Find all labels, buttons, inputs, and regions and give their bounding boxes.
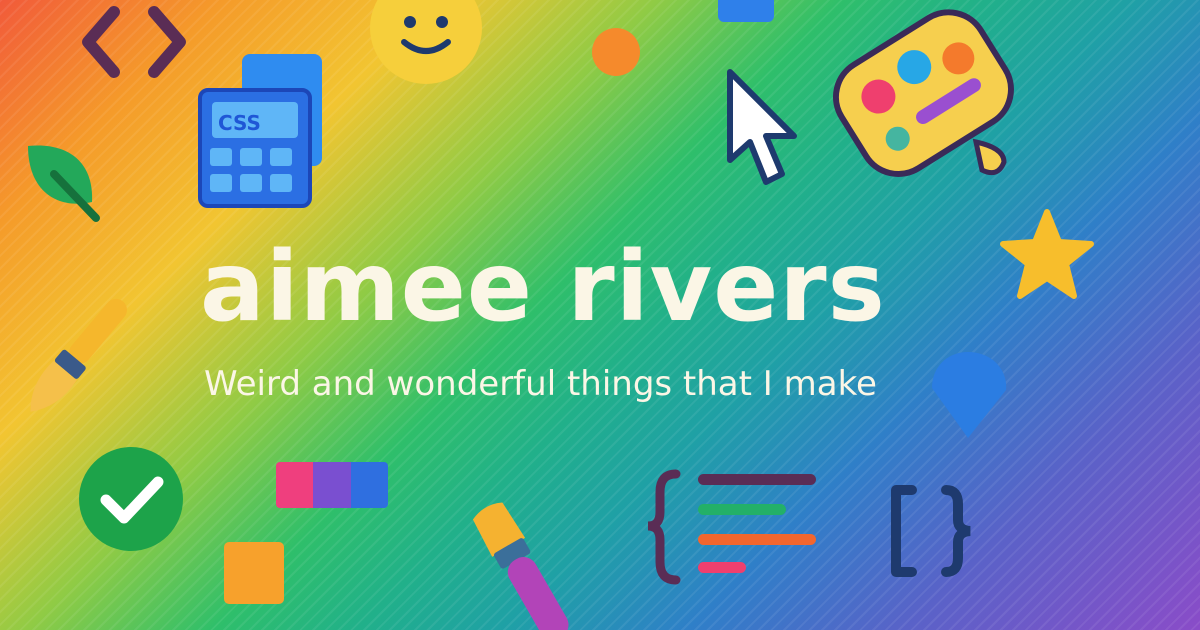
swatch-pink [276, 462, 314, 508]
paint-palette-icon [832, 9, 1014, 177]
hero-banner: CSS aimee rivers Weird and wonderful thi… [0, 0, 1200, 630]
orange-square-icon [224, 542, 284, 604]
cursor-arrow-icon [727, 69, 797, 185]
star-icon [1000, 209, 1094, 299]
swatch-purple [313, 462, 351, 508]
blue-teardrop-icon [932, 352, 1007, 438]
code-brackets-icon [82, 6, 186, 78]
smiley-face-icon [370, 0, 482, 84]
leaf-icon [28, 145, 100, 222]
css-file-label: CSS [218, 111, 261, 135]
page-subtitle: Weird and wonderful things that I make [204, 364, 877, 404]
orange-dot-icon [592, 28, 640, 76]
blue-square-shape [718, 0, 774, 22]
paintbrush-icon [30, 298, 127, 412]
swatch-blue [350, 462, 388, 508]
paintbrush-icon [472, 502, 569, 630]
code-lines-icon [647, 469, 816, 585]
css-file-icon: CSS [198, 54, 322, 208]
checkmark-icon [79, 447, 183, 551]
curly-braces-icon [891, 485, 971, 577]
page-title: aimee rivers [200, 231, 886, 343]
color-swatches-icon [276, 462, 388, 508]
